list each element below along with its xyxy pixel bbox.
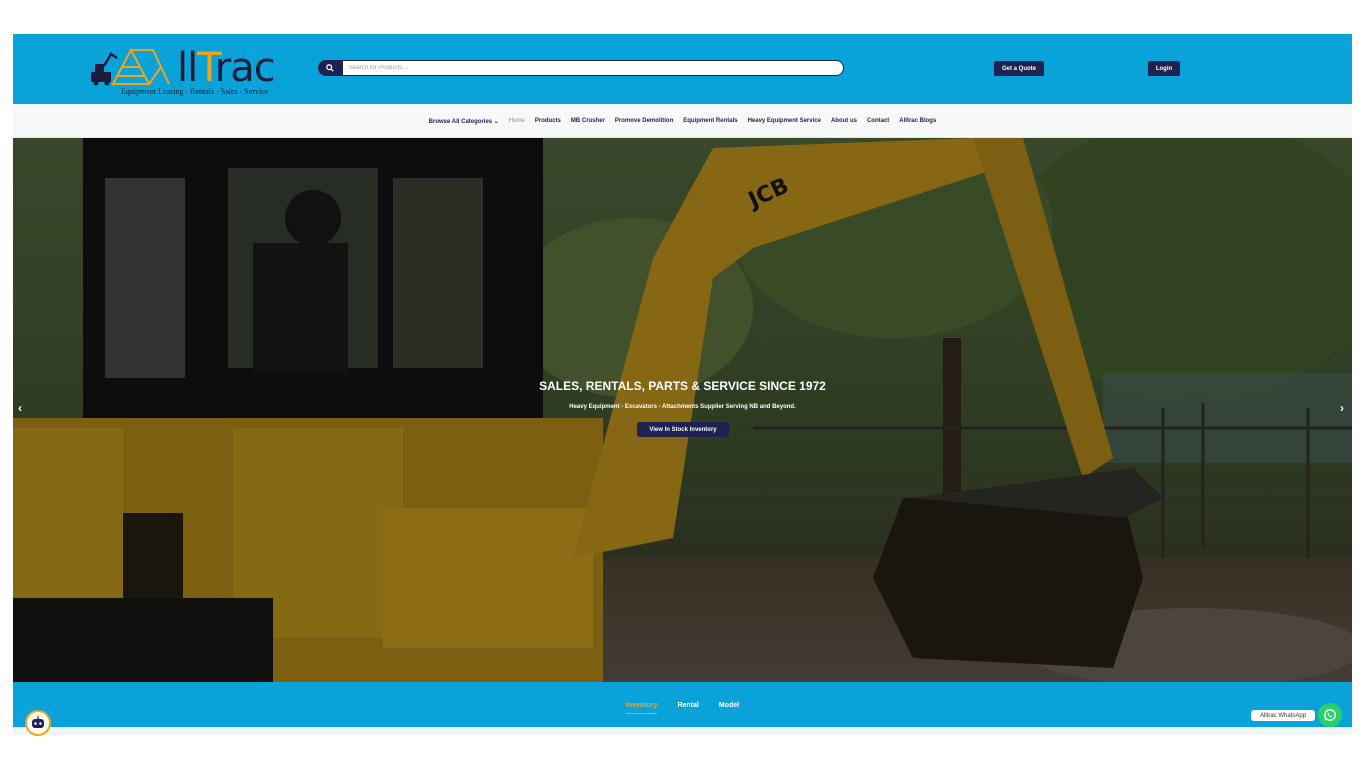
nav-item-browse-categories[interactable]: Browse All Categories ⌄ <box>429 118 499 125</box>
nav-item-about-us[interactable]: About us <box>831 118 857 124</box>
tab-inventory[interactable]: Inventory <box>625 702 658 714</box>
inventory-tab-bar: Inventory Rental Model <box>13 682 1352 727</box>
site-header: llTrac Equipment Leasing - Rentals - Sal… <box>13 34 1352 104</box>
view-inventory-button[interactable]: View In Stock Inventory <box>637 422 729 437</box>
get-a-quote-button[interactable]: Get a Quote <box>994 61 1044 76</box>
logo-tagline: Equipment Leasing - Rentals - Sales - Se… <box>121 87 269 96</box>
tab-rental[interactable]: Rental <box>677 702 698 714</box>
hero-slider: JCB ‹ › SALES, RENTALS, PARTS & SERVICE … <box>13 138 1352 682</box>
search-icon <box>326 64 334 72</box>
tab-list: Inventory Rental Model <box>13 702 1352 714</box>
nav-item-mb-crusher[interactable]: MB Crusher <box>571 118 605 124</box>
hero-title: SALES, RENTALS, PARTS & SERVICE SINCE 19… <box>539 379 826 393</box>
nav-item-promove-demolition[interactable]: Promove Demolition <box>615 118 673 124</box>
logo-word-t: T <box>197 45 216 91</box>
hero-background-image: JCB <box>13 138 1352 682</box>
whatsapp-button[interactable] <box>1318 703 1342 727</box>
alltrac-logo[interactable]: llTrac Equipment Leasing - Rentals - Sal… <box>91 42 281 96</box>
logo-word-prefix: ll <box>177 45 198 91</box>
chatbot-button[interactable] <box>25 710 51 736</box>
page: llTrac Equipment Leasing - Rentals - Sal… <box>0 0 1366 768</box>
whatsapp-icon <box>1324 709 1336 721</box>
section-divider <box>13 727 1352 735</box>
tab-model[interactable]: Model <box>719 702 739 714</box>
nav-item-alltrac-blogs[interactable]: Alltrac Blogs <box>899 118 936 124</box>
search-bar <box>318 60 844 76</box>
nav-list: Browse All Categories ⌄ Home Products MB… <box>13 104 1352 138</box>
logo-wordmark: llTrac <box>177 45 276 91</box>
nav-item-products[interactable]: Products <box>535 118 561 124</box>
logo-mark-icon <box>91 47 170 86</box>
hero-subtitle: Heavy Equipment - Excavators - Attachmen… <box>569 404 796 410</box>
robot-icon <box>32 715 44 728</box>
logo-word-suffix: rac <box>214 45 276 91</box>
login-button[interactable]: Login <box>1148 61 1180 76</box>
nav-item-heavy-equipment-service[interactable]: Heavy Equipment Service <box>748 118 821 124</box>
search-input[interactable] <box>342 60 844 76</box>
search-button[interactable] <box>318 60 342 76</box>
nav-item-equipment-rentals[interactable]: Equipment Rentals <box>683 118 737 124</box>
whatsapp-label[interactable]: Alltrac WhatsApp <box>1251 710 1315 721</box>
nav-item-home[interactable]: Home <box>509 118 525 124</box>
nav-item-contact[interactable]: Contact <box>867 118 889 124</box>
main-nav: Browse All Categories ⌄ Home Products MB… <box>13 104 1352 138</box>
